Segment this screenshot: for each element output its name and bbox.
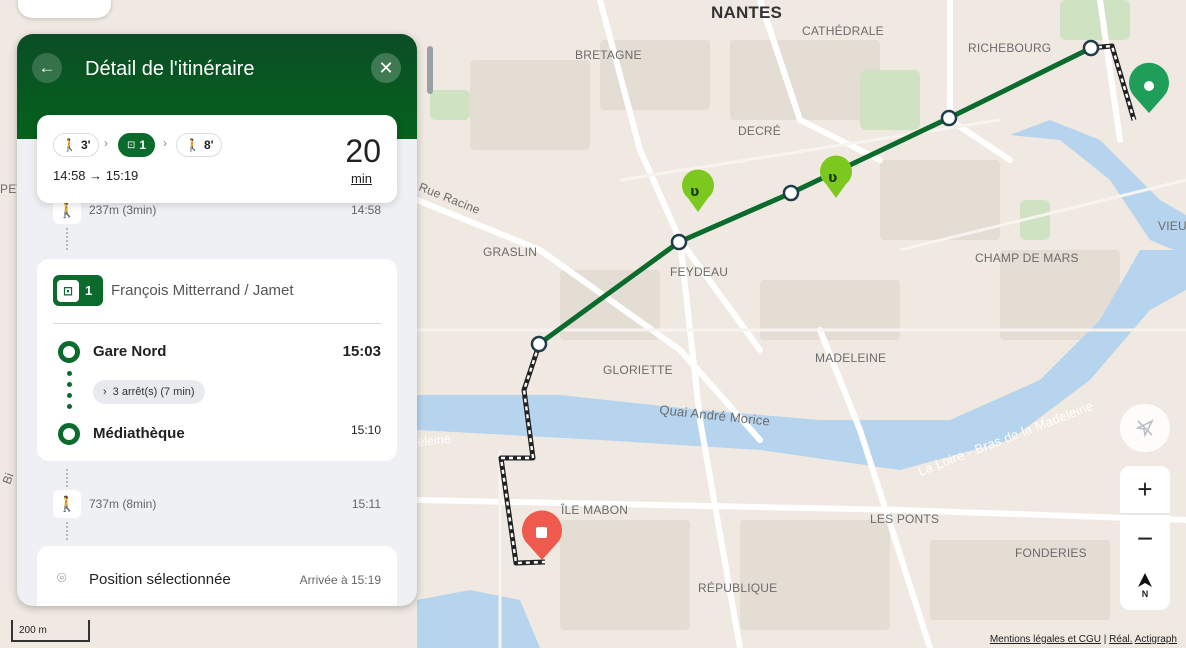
- arrival-time: 15:10: [350, 423, 381, 437]
- line-number: 1: [85, 283, 93, 298]
- minus-icon: −: [1136, 522, 1154, 554]
- destination-card[interactable]: ⌾ Position sélectionnée Arrivée à 15:19: [37, 546, 397, 606]
- walk-chip: 🚶 3': [53, 133, 100, 157]
- map-label-decre: DECRÉ: [738, 123, 781, 138]
- walk-duration: 3': [80, 138, 91, 152]
- map-label-fonderies: FONDERIES: [1015, 546, 1087, 560]
- top-search-stub[interactable]: [18, 0, 111, 18]
- panel-scrollbar[interactable]: [427, 46, 433, 94]
- walk-duration: 8': [203, 138, 214, 152]
- real-link[interactable]: Réal.: [1109, 634, 1132, 645]
- tram-stop-marker[interactable]: [782, 184, 800, 202]
- destination-name: Position sélectionnée: [89, 571, 231, 588]
- arrow-left-icon: ←: [38, 58, 56, 77]
- map-label-gloriette: GLORIETTE: [603, 363, 673, 377]
- map-attribution: Mentions légales et CGU | Réal. Actigrap…: [990, 634, 1177, 645]
- summary-duration-unit: min: [351, 171, 372, 186]
- compass-button[interactable]: N: [1120, 562, 1170, 610]
- walk-chip: 🚶 8': [176, 133, 223, 157]
- itinerary-panel: ← Détail de l'itinéraire ✕ 🚶 3' › ⊡ 1 › …: [17, 34, 417, 606]
- walk-before-time: 14:58: [350, 203, 381, 217]
- map-label-les-ponts: LES PONTS: [870, 512, 939, 526]
- map-label-richebourg: RICHEBOURG: [968, 41, 1051, 55]
- chevron-right-icon: ›: [163, 136, 167, 150]
- north-label: N: [1141, 589, 1149, 599]
- locate-button[interactable]: [1120, 404, 1170, 452]
- map-label-feydeau: FEYDEAU: [670, 265, 728, 279]
- map-label-champ-de-mars: CHAMP DE MARS: [975, 251, 1079, 265]
- map-label-ile-mabon: ÎLE MABON: [560, 502, 628, 517]
- walk-before-text: 237m (3min): [89, 203, 157, 217]
- tram-line-number: 1: [139, 138, 147, 152]
- location-off-icon: [1135, 419, 1154, 438]
- location-pin-icon: ⌾: [57, 570, 67, 587]
- walk-icon: 🚶: [53, 490, 81, 518]
- zoom-out-button[interactable]: −: [1120, 515, 1170, 563]
- plus-icon: +: [1137, 474, 1153, 504]
- tram-stop-marker[interactable]: [670, 233, 688, 251]
- walk-connector: [66, 228, 68, 250]
- arrival-stop-pin: [58, 423, 80, 445]
- map-label-cathedrale: CATHÉDRALE: [802, 23, 884, 38]
- line-direction: François Mitterrand / Jamet: [111, 282, 294, 299]
- summary-duration: 20: [345, 133, 381, 169]
- walk-connector: [66, 522, 68, 540]
- walk-after-time: 15:11: [351, 497, 381, 511]
- chevron-right-icon: ›: [104, 136, 108, 150]
- walk-icon: 🚶: [185, 138, 200, 152]
- departure-time: 15:03: [342, 343, 381, 360]
- map-label-republique: RÉPUBLIQUE: [698, 580, 777, 595]
- back-button[interactable]: ←: [32, 53, 62, 83]
- scale-label: 200 m: [19, 625, 47, 636]
- summary-times: 14:58 → 15:19: [53, 168, 139, 183]
- tram-leg-card[interactable]: ⊡ 1 François Mitterrand / Jamet Gare Nor…: [37, 259, 397, 461]
- destination-arrival: Arrivée à 15:19: [299, 573, 381, 587]
- svg-text:ʋ: ʋ: [690, 184, 699, 200]
- compass-arrow-icon: [1138, 573, 1152, 587]
- stops-dotline: [67, 371, 72, 415]
- zoom-in-button[interactable]: +: [1120, 466, 1170, 514]
- legal-link[interactable]: Mentions légales et CGU: [990, 634, 1101, 645]
- map-scale: 200 m: [11, 620, 90, 642]
- tram-icon: ⊡: [57, 279, 79, 302]
- svg-text:ʋ: ʋ: [828, 170, 837, 186]
- close-button[interactable]: ✕: [371, 53, 401, 83]
- departure-stop-pin: [58, 341, 80, 363]
- map-label-madeleine: MADELEINE: [815, 351, 886, 365]
- panel-title: Détail de l'itinéraire: [85, 58, 255, 80]
- walk-connector: [66, 469, 68, 487]
- tram-chip: ⊡ 1: [118, 133, 156, 157]
- itinerary-summary-card[interactable]: 🚶 3' › ⊡ 1 › 🚶 8' 14:58 → 15:19 20 min: [37, 115, 397, 203]
- divider: [53, 323, 381, 324]
- map-label-graslin: GRASLIN: [483, 245, 537, 259]
- itinerary-steps[interactable]: 🚶 237m (3min) 14:58 ⊡ 1 François Mitterr…: [17, 196, 417, 606]
- intermediate-stops-toggle[interactable]: › 3 arrêt(s) (7 min): [93, 380, 205, 404]
- map-label-bretagne: BRETAGNE: [575, 48, 642, 62]
- map-label-vieux: VIEU: [1158, 219, 1186, 233]
- tram-stop-marker[interactable]: [530, 335, 548, 353]
- departure-stop-name: Gare Nord: [93, 343, 167, 360]
- tram-stop-marker[interactable]: [1082, 39, 1100, 57]
- tram-icon: ⊡: [127, 139, 136, 151]
- attribution-separator: |: [1101, 634, 1110, 645]
- arrival-stop-name: Médiathèque: [93, 425, 185, 442]
- map-label-nantes: NANTES: [711, 3, 782, 22]
- tram-stop-marker[interactable]: [940, 109, 958, 127]
- walk-icon: 🚶: [62, 138, 77, 152]
- stops-info: 3 arrêt(s) (7 min): [112, 386, 195, 398]
- actigraph-link[interactable]: Actigraph: [1135, 634, 1177, 645]
- line-badge: ⊡ 1: [53, 275, 103, 306]
- chevron-right-icon: ›: [103, 386, 107, 398]
- walk-after-text: 737m (8min): [89, 497, 157, 511]
- close-icon: ✕: [378, 57, 394, 78]
